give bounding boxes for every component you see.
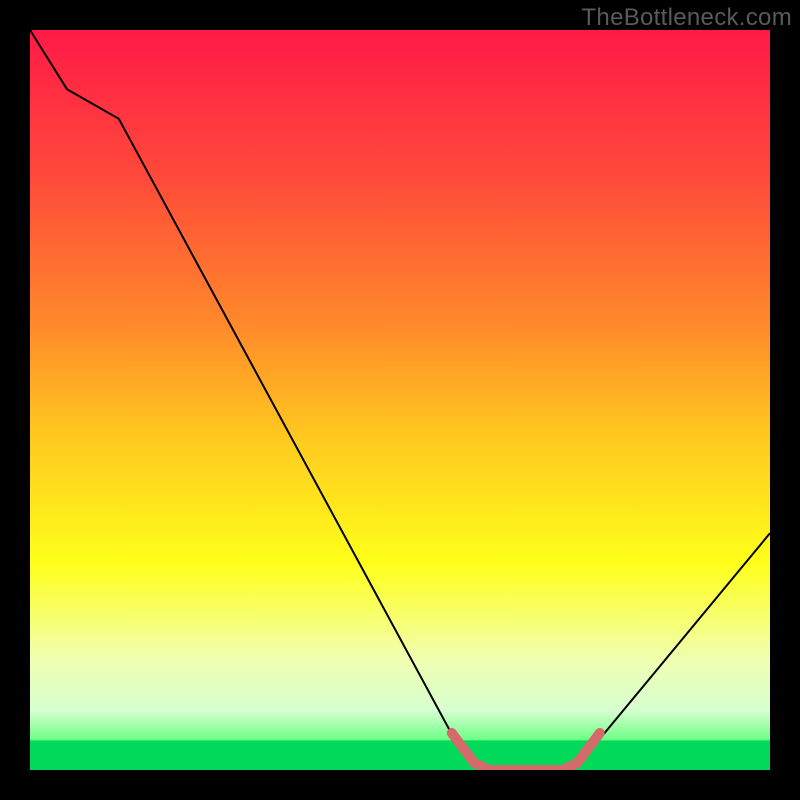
watermark-text: TheBottleneck.com	[581, 4, 792, 32]
chart-frame: TheBottleneck.com	[0, 0, 800, 800]
optimal-band	[30, 740, 770, 770]
plot-area	[30, 30, 770, 770]
plot-svg	[30, 30, 770, 770]
gradient-bg	[30, 30, 770, 770]
